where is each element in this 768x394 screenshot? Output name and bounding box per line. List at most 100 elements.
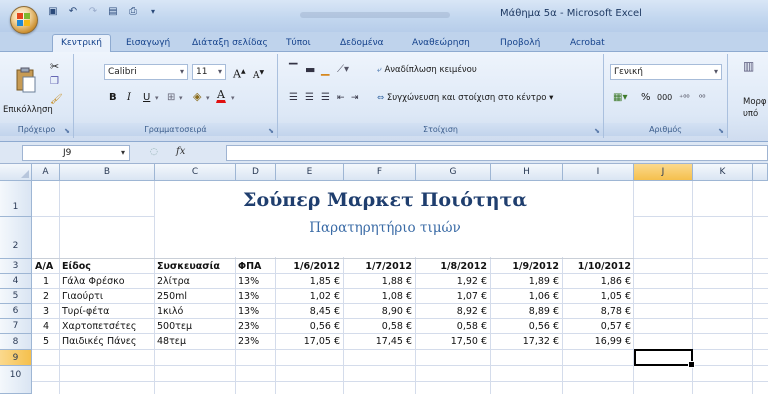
orientation-icon[interactable]: ⟋▾ (336, 62, 350, 78)
active-cell-selection[interactable] (634, 349, 695, 368)
cut-icon[interactable]: ✂ (50, 60, 64, 73)
quick-access-toolbar: ▣ ↶ ↷ ▤ ⎙ ▾ (46, 6, 160, 18)
ribbon-tabs: Κεντρική Εισαγωγή Διάταξη σελίδας Τύποι … (0, 32, 768, 53)
blurred-region (300, 12, 450, 18)
underline-dropdown-icon[interactable]: ▾ (154, 90, 160, 106)
row-header-9[interactable]: 9 (0, 350, 32, 366)
redo-icon[interactable]: ↷ (86, 6, 100, 18)
clipboard-launcher-icon[interactable]: ⬊ (64, 127, 70, 135)
fill-color-icon[interactable]: ◈ (192, 89, 202, 105)
tab-page-layout[interactable]: Διάταξη σελίδας (192, 36, 268, 52)
row-header-5[interactable]: 5 (0, 289, 32, 304)
format-painter-icon[interactable]: 🖌 (50, 94, 64, 107)
gridline (32, 381, 768, 382)
fill-color-dropdown-icon[interactable]: ▾ (205, 90, 211, 106)
bold-button[interactable]: B (108, 90, 118, 106)
comma-style-button[interactable]: 000 (656, 90, 673, 106)
row-header-1[interactable]: 1 (0, 181, 32, 217)
align-middle-icon[interactable]: ▬ (304, 62, 316, 78)
row-header-10[interactable]: 10 (0, 366, 32, 394)
sheet-subtitle[interactable]: Παρατηρητήριο τιμών (150, 220, 620, 236)
paste-button[interactable]: Επικόλληση (2, 58, 53, 118)
number-launcher-icon[interactable]: ⬊ (718, 127, 724, 135)
increase-indent-icon[interactable]: ⇥ (350, 90, 360, 106)
alignment-group-label: Στοίχιση (278, 123, 603, 136)
paste-icon (16, 67, 36, 93)
underline-button[interactable]: U (142, 90, 151, 106)
select-all-corner[interactable] (0, 164, 32, 181)
row-header-6[interactable]: 6 (0, 304, 32, 319)
column-header-b[interactable]: B (60, 164, 155, 181)
row-header-8[interactable]: 8 (0, 334, 32, 350)
font-launcher-icon[interactable]: ⬊ (268, 127, 274, 135)
percent-button[interactable]: % (640, 90, 652, 106)
insert-function-icon[interactable]: fx (176, 146, 185, 157)
align-left-icon[interactable]: ☰ (288, 90, 299, 106)
row-header-3[interactable]: 3 (0, 259, 32, 274)
row-header-4[interactable]: 4 (0, 274, 32, 289)
font-name-select[interactable]: Calibri (104, 64, 188, 80)
column-header-a[interactable]: A (32, 164, 60, 181)
tab-home[interactable]: Κεντρική (52, 34, 111, 53)
quick-print-icon[interactable]: ⎙ (126, 6, 140, 18)
font-group: Calibri 11 A▲ A▼ B I U ▾ ⊞ ▾ ◈ ▾ A ▾ Γρα… (74, 54, 278, 138)
office-button[interactable] (10, 6, 38, 34)
row-header-7[interactable]: 7 (0, 319, 32, 334)
print-preview-icon[interactable]: ▤ (106, 6, 120, 18)
tab-view[interactable]: Προβολή (500, 36, 540, 52)
copy-icon[interactable]: ❐ (50, 76, 64, 89)
number-format-select[interactable]: Γενική (610, 64, 722, 80)
paste-label: Επικόλληση (3, 105, 53, 115)
styles-group: ▥ Μορφ υπό (728, 54, 768, 138)
accounting-format-icon[interactable]: ▦▾ (612, 90, 628, 106)
spreadsheet-grid[interactable]: A B C D E F G H I J K 1 2 3 4 5 6 7 8 9 … (0, 164, 768, 394)
column-header-i[interactable]: I (563, 164, 634, 181)
borders-icon[interactable]: ⊞ (166, 90, 176, 106)
row-header-2[interactable]: 2 (0, 217, 32, 259)
table-border (32, 258, 634, 350)
column-header-e[interactable]: E (276, 164, 344, 181)
save-icon[interactable]: ▣ (46, 6, 60, 18)
tab-review[interactable]: Αναθεώρηση (412, 36, 470, 52)
grow-font-button[interactable]: A▲ (232, 64, 247, 83)
increase-decimal-icon[interactable]: ⁺⁰⁰ (678, 90, 691, 106)
customize-qat-icon[interactable]: ▾ (146, 6, 160, 18)
decrease-decimal-icon[interactable]: ⁰⁰ (698, 90, 706, 106)
ribbon: Επικόλληση ✂ ❐ 🖌 Πρόχειρο ⬊ Calibri 11 A… (0, 52, 768, 142)
conditional-formatting-icon[interactable]: ▥ (742, 58, 755, 74)
sheet-title[interactable]: Σούπερ Μαρκετ Ποιότητα (150, 189, 620, 211)
name-box-dropdown-icon[interactable]: ▾ (121, 146, 125, 160)
formula-input[interactable] (226, 145, 768, 161)
tab-insert[interactable]: Εισαγωγή (126, 36, 170, 52)
align-center-icon[interactable]: ☰ (304, 90, 315, 106)
align-bottom-icon[interactable]: ▁ (320, 62, 330, 78)
alignment-launcher-icon[interactable]: ⬊ (594, 127, 600, 135)
column-header-d[interactable]: D (236, 164, 276, 181)
name-box[interactable]: J9 ▾ (22, 145, 130, 161)
font-color-dropdown-icon[interactable]: ▾ (230, 90, 236, 106)
font-color-button[interactable]: A (216, 88, 226, 103)
align-right-icon[interactable]: ☰ (320, 90, 331, 106)
column-header-h[interactable]: H (491, 164, 563, 181)
align-top-icon[interactable]: ▔ (288, 62, 298, 78)
shrink-font-button[interactable]: A▼ (252, 65, 265, 84)
column-header-f[interactable]: F (344, 164, 416, 181)
column-header-c[interactable]: C (155, 164, 236, 181)
formula-separator-icon: ◌ (150, 147, 158, 157)
borders-dropdown-icon[interactable]: ▾ (178, 90, 184, 106)
merge-center-button[interactable]: ⇔ Συγχώνευση και στοίχιση στο κέντρο ▾ (376, 90, 554, 106)
column-header-k[interactable]: K (693, 164, 753, 181)
column-header-j[interactable]: J (634, 164, 693, 181)
column-header-l[interactable] (753, 164, 768, 181)
wrap-text-button[interactable]: ⤶ Αναδίπλωση κειμένου (376, 62, 478, 78)
tab-acrobat[interactable]: Acrobat (570, 36, 605, 52)
font-size-select[interactable]: 11 (192, 64, 226, 80)
italic-button[interactable]: I (126, 90, 132, 106)
decrease-indent-icon[interactable]: ⇤ (336, 90, 346, 106)
tab-formulas[interactable]: Τύποι (286, 36, 311, 52)
title-bar: ▣ ↶ ↷ ▤ ⎙ ▾ Μάθημα 5α - Microsoft Excel (0, 0, 768, 34)
undo-icon[interactable]: ↶ (66, 6, 80, 18)
column-header-g[interactable]: G (416, 164, 491, 181)
tab-data[interactable]: Δεδομένα (340, 36, 384, 52)
alignment-group: ▔ ▬ ▁ ⟋▾ ☰ ☰ ☰ ⇤ ⇥ ⤶ Αναδίπλωση κειμένου… (278, 54, 604, 138)
